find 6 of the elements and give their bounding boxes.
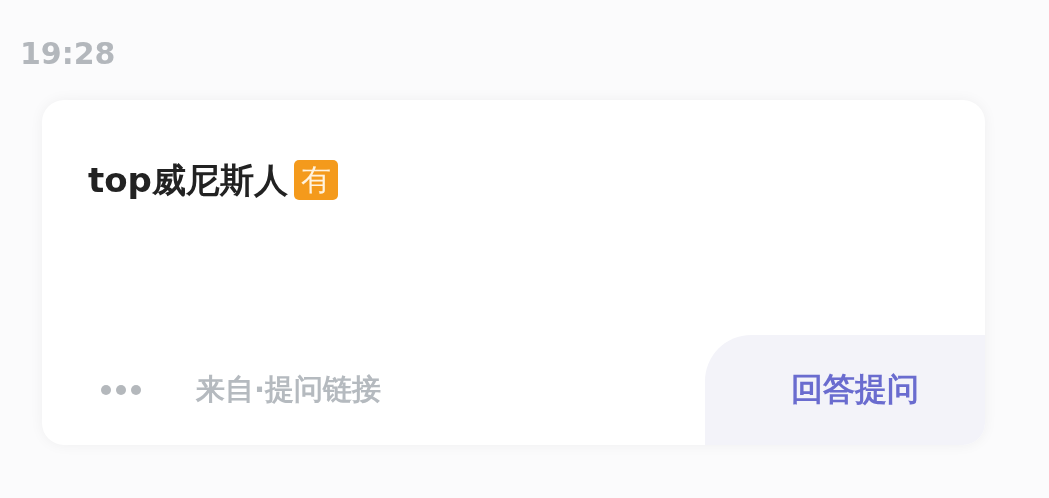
more-icon[interactable] xyxy=(100,384,142,396)
question-title: top威尼斯人 xyxy=(88,159,288,202)
time-label: 19:28 xyxy=(20,35,117,73)
answer-button[interactable]: 回答提问 xyxy=(705,335,985,445)
badge: 有 xyxy=(293,160,338,200)
source-label: 来自·提问链接 xyxy=(196,371,382,408)
